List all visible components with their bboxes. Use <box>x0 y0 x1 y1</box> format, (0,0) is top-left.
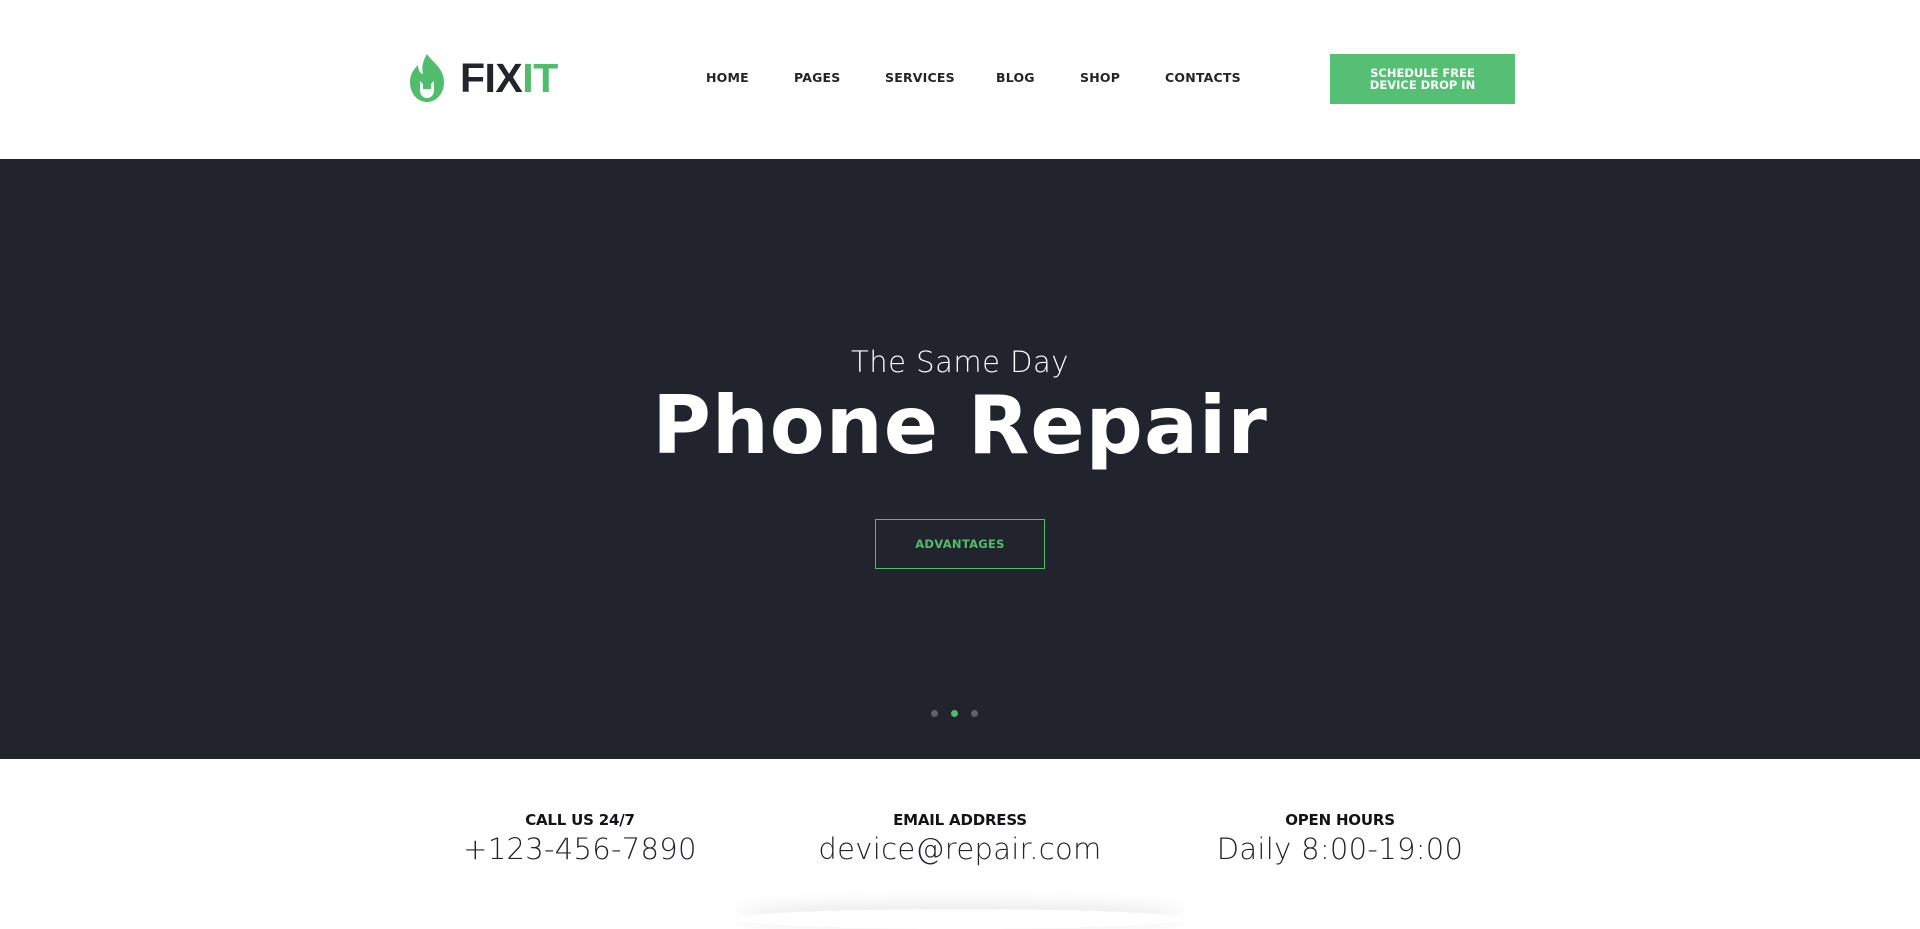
open-hours-label: OPEN HOURS <box>1285 811 1395 829</box>
call-us-label: CALL US 24/7 <box>525 811 635 829</box>
hero-slider: The Same Day Phone Repair ADVANTAGES <box>0 159 1920 759</box>
email-label: EMAIL ADDRESS <box>893 811 1027 829</box>
hero-title: Phone Repair <box>652 379 1268 472</box>
hero-subtitle: The Same Day <box>851 345 1069 379</box>
slider-dot-1[interactable] <box>931 710 938 717</box>
nav-item-shop[interactable]: SHOP <box>1080 68 1120 88</box>
schedule-drop-in-label: SCHEDULE FREE DEVICE DROP IN <box>1369 66 1476 92</box>
contact-info-bar: CALL US 24/7 +123-456-7890 EMAIL ADDRESS… <box>0 759 1920 916</box>
nav-item-contacts[interactable]: CONTACTS <box>1165 68 1241 88</box>
main-nav: HOME PAGES SERVICES BLOG SHOP CONTACTS <box>0 68 1920 88</box>
open-hours-value: Daily 8:00-19:00 <box>1216 832 1464 866</box>
email-address[interactable]: device@repair.com <box>790 831 1130 867</box>
site-header: FIXIT HOME PAGES SERVICES BLOG SHOP CONT… <box>0 0 1920 159</box>
open-hours-block: OPEN HOURS Daily 8:00-19:00 <box>1170 811 1510 867</box>
slider-pagination <box>0 710 1920 718</box>
nav-item-blog[interactable]: BLOG <box>996 68 1035 88</box>
nav-item-pages[interactable]: PAGES <box>794 68 841 88</box>
call-us-block: CALL US 24/7 +123-456-7890 <box>410 811 750 867</box>
phone-number[interactable]: +123-456-7890 <box>410 831 750 867</box>
schedule-drop-in-button[interactable]: SCHEDULE FREE DEVICE DROP IN <box>1330 54 1515 104</box>
slider-dot-2[interactable] <box>951 710 958 717</box>
slider-dot-3[interactable] <box>971 710 978 717</box>
advantages-button[interactable]: ADVANTAGES <box>875 519 1045 569</box>
nav-item-services[interactable]: SERVICES <box>885 68 955 88</box>
email-block: EMAIL ADDRESS device@repair.com <box>790 811 1130 867</box>
card-shadow <box>735 909 1185 929</box>
nav-item-home[interactable]: HOME <box>706 68 749 88</box>
